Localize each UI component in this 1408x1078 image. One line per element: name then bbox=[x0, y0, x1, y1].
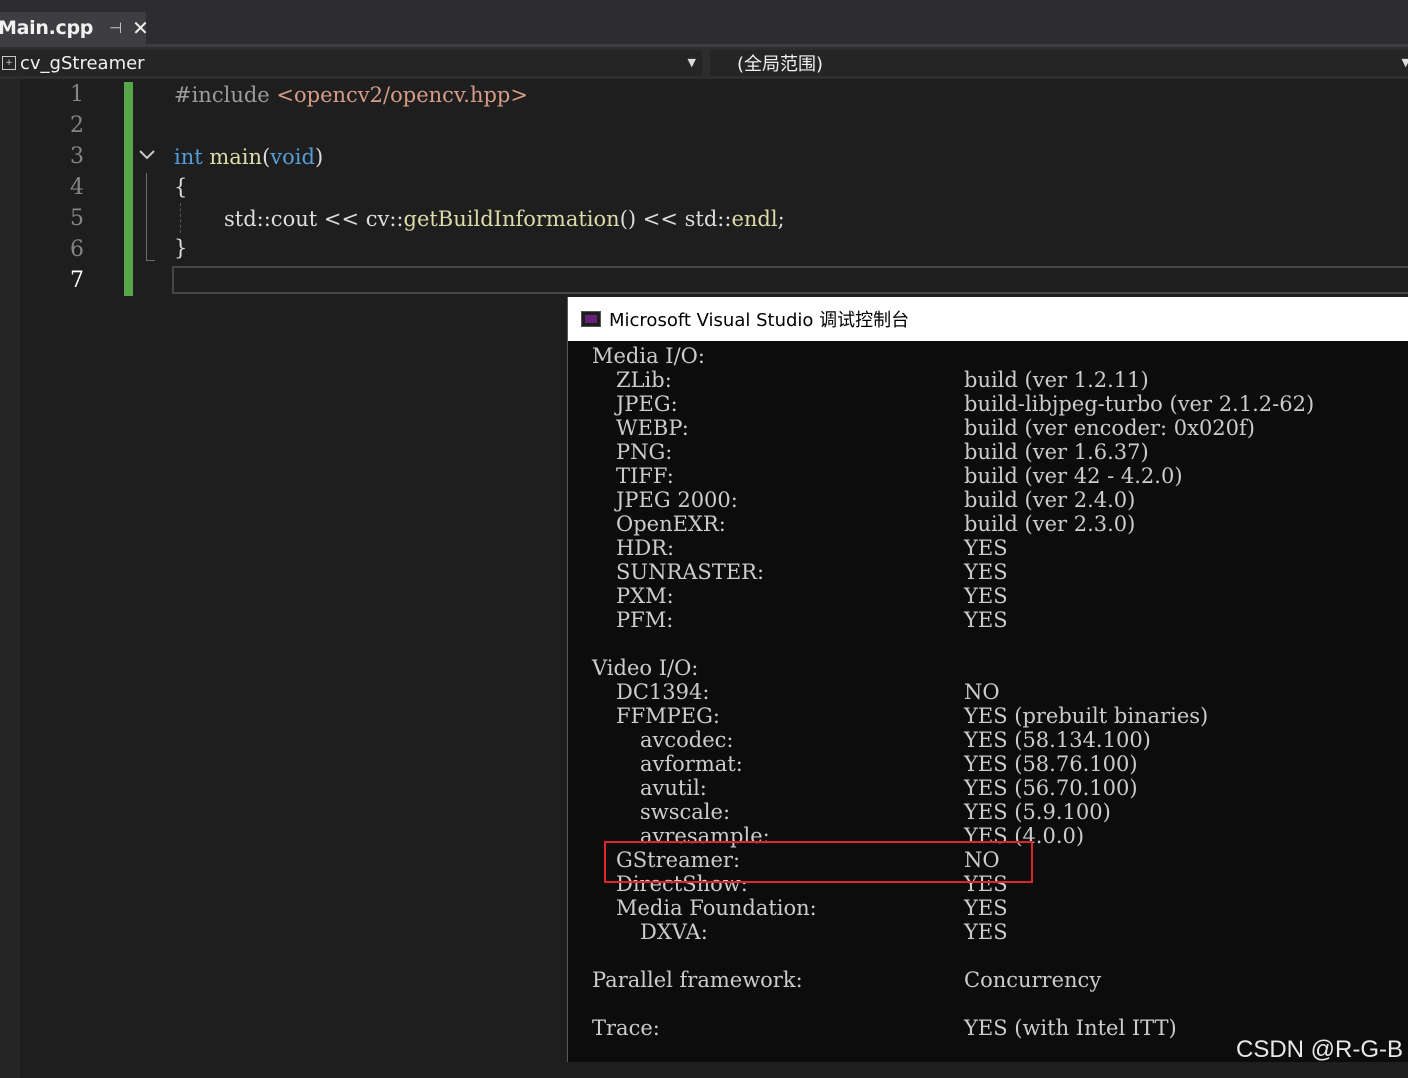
line-number: 2 bbox=[70, 113, 84, 138]
console-key: PFM: bbox=[616, 608, 674, 632]
console-value: build-libjpeg-turbo (ver 2.1.2-62) bbox=[964, 392, 1315, 416]
function-name: main bbox=[209, 145, 263, 169]
line-number: 6 bbox=[70, 237, 84, 262]
console-value: YES (56.70.100) bbox=[964, 776, 1138, 800]
console-key: JPEG 2000: bbox=[616, 488, 738, 512]
code-text: std::cout << cv:: bbox=[224, 207, 404, 231]
console-key: avutil: bbox=[640, 776, 707, 800]
line-number: 1 bbox=[70, 82, 84, 107]
console-key: DXVA: bbox=[640, 920, 708, 944]
current-line-highlight bbox=[172, 266, 1408, 294]
console-value: build (ver 1.2.11) bbox=[964, 368, 1149, 392]
code-line-4: { bbox=[174, 175, 187, 199]
code-line-1: #include <opencv2/opencv.hpp> bbox=[174, 83, 528, 107]
gstreamer-highlight-box bbox=[604, 841, 1033, 883]
console-value: YES bbox=[964, 920, 1008, 944]
document-tab-strip: Main.cpp ⊣ ✕ bbox=[0, 0, 1408, 44]
scope-label: (全局范围) bbox=[737, 54, 824, 75]
console-key: Parallel framework: bbox=[592, 968, 803, 992]
section-heading: Video I/O: bbox=[592, 656, 699, 680]
console-key: SUNRASTER: bbox=[616, 560, 765, 584]
console-value: YES (58.76.100) bbox=[964, 752, 1138, 776]
close-brace: } bbox=[174, 236, 188, 260]
console-key: avcodec: bbox=[640, 728, 734, 752]
open-brace: { bbox=[174, 175, 188, 199]
section-heading: Media I/O: bbox=[592, 344, 705, 368]
console-key: Trace: bbox=[592, 1016, 660, 1040]
tab-main-cpp[interactable]: Main.cpp ⊣ ✕ bbox=[0, 12, 149, 44]
chevron-down-icon: ▼ bbox=[687, 56, 696, 69]
console-value: build (ver 1.6.37) bbox=[964, 440, 1149, 464]
console-value: YES (5.9.100) bbox=[964, 800, 1111, 824]
console-key: PNG: bbox=[616, 440, 673, 464]
scope-dropdown[interactable]: (全局范围) ▼ bbox=[710, 50, 1408, 76]
console-value: YES (prebuilt binaries) bbox=[964, 704, 1209, 728]
console-value: YES (58.134.100) bbox=[964, 728, 1151, 752]
collapse-chevron-icon[interactable] bbox=[137, 145, 157, 165]
include-header: <opencv2/opencv.hpp> bbox=[276, 83, 528, 107]
code-line-5: std::cout << cv::getBuildInformation() <… bbox=[224, 207, 785, 231]
console-value: Concurrency bbox=[964, 968, 1102, 992]
keyword-int: int bbox=[174, 145, 203, 169]
close-icon[interactable]: ✕ bbox=[132, 16, 149, 40]
console-value: build (ver 2.4.0) bbox=[964, 488, 1136, 512]
pin-icon[interactable]: ⊣ bbox=[109, 19, 122, 37]
navigation-bar: + cv_gStreamer ▼ (全局范围) ▼ bbox=[0, 47, 1408, 79]
watermark: CSDN @R-G-B bbox=[1236, 1036, 1404, 1063]
preprocessor-directive: #include bbox=[174, 83, 270, 107]
console-title-bar[interactable]: Microsoft Visual Studio 调试控制台 bbox=[568, 297, 1408, 341]
chevron-down-icon: ▼ bbox=[1401, 56, 1408, 69]
console-value: YES bbox=[964, 536, 1008, 560]
project-icon: + bbox=[2, 56, 16, 70]
console-value: YES bbox=[964, 560, 1008, 584]
console-key: swscale: bbox=[640, 800, 731, 824]
console-key: Media Foundation: bbox=[616, 896, 817, 920]
console-value: YES bbox=[964, 608, 1008, 632]
indent-guide bbox=[180, 203, 181, 233]
console-key: PXM: bbox=[616, 584, 674, 608]
keyword-void: void bbox=[270, 145, 315, 169]
endl-token: endl bbox=[731, 207, 778, 231]
console-value: YES bbox=[964, 584, 1008, 608]
line-number: 3 bbox=[70, 144, 84, 169]
fold-guide-line bbox=[146, 173, 147, 261]
code-line-6: } bbox=[174, 236, 187, 260]
project-name: cv_gStreamer bbox=[20, 52, 145, 74]
line-number: 4 bbox=[70, 175, 84, 200]
project-dropdown[interactable]: + cv_gStreamer ▼ bbox=[0, 50, 702, 76]
console-key: avformat: bbox=[640, 752, 743, 776]
line-number: 5 bbox=[70, 206, 84, 231]
console-value: NO bbox=[964, 680, 1000, 704]
console-key: WEBP: bbox=[616, 416, 689, 440]
code-text: () << std:: bbox=[619, 207, 732, 231]
line-number-current: 7 bbox=[70, 268, 84, 293]
console-value: YES (with Intel ITT) bbox=[964, 1016, 1177, 1040]
paren-close: ) bbox=[314, 145, 324, 169]
console-key: FFMPEG: bbox=[616, 704, 720, 728]
console-key: OpenEXR: bbox=[616, 512, 726, 536]
console-value: build (ver encoder: 0x020f) bbox=[964, 416, 1255, 440]
console-title: Microsoft Visual Studio 调试控制台 bbox=[609, 310, 910, 331]
console-value: build (ver 2.3.0) bbox=[964, 512, 1136, 536]
console-output[interactable]: Media I/O: ZLib: build (ver 1.2.11) JPEG… bbox=[568, 341, 1408, 1062]
tab-label: Main.cpp bbox=[0, 17, 94, 39]
console-key: TIFF: bbox=[616, 464, 674, 488]
debug-console-window[interactable]: Microsoft Visual Studio 调试控制台 Media I/O:… bbox=[567, 297, 1408, 1062]
console-key: DC1394: bbox=[616, 680, 710, 704]
fold-guide-end bbox=[146, 260, 155, 261]
console-value: YES bbox=[964, 896, 1008, 920]
editor-left-margin bbox=[0, 79, 20, 1078]
code-line-3: int main(void) bbox=[174, 145, 323, 169]
function-call: getBuildInformation bbox=[403, 207, 620, 231]
console-key: JPEG: bbox=[616, 392, 678, 416]
semicolon: ; bbox=[777, 207, 785, 231]
console-key: HDR: bbox=[616, 536, 675, 560]
change-tracking-bar bbox=[124, 82, 133, 296]
console-app-icon bbox=[581, 311, 601, 327]
console-key: ZLib: bbox=[616, 368, 672, 392]
console-value: build (ver 42 - 4.2.0) bbox=[964, 464, 1183, 488]
